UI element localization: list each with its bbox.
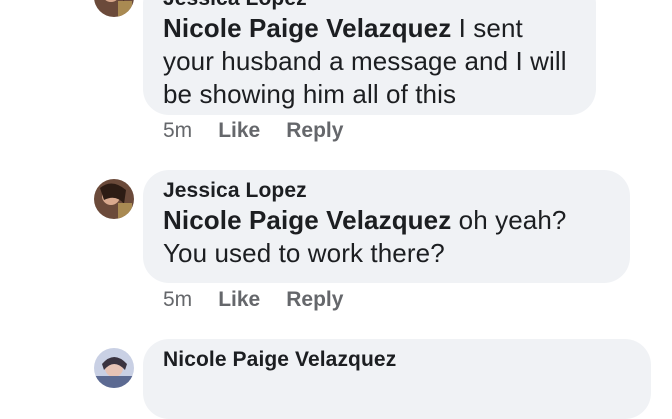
comment-actions: 5m Like Reply <box>163 287 369 313</box>
reply-button[interactable]: Reply <box>286 287 343 313</box>
like-button[interactable]: Like <box>218 287 260 313</box>
comment-actions: 5m Like Reply <box>163 118 369 144</box>
reply-button[interactable]: Reply <box>286 118 343 144</box>
comment-author[interactable]: Jessica Lopez <box>163 0 576 12</box>
avatar[interactable] <box>94 348 134 388</box>
comment-text: Nicole Paige Velazquez I sent your husba… <box>163 12 576 111</box>
avatar-photo-icon <box>94 0 134 17</box>
avatar-photo-icon <box>94 179 134 219</box>
comment-bubble: Nicole Paige Velazquez <box>143 339 651 419</box>
comment-text: Nicole Paige Velazquez oh yeah? You used… <box>163 204 610 270</box>
avatar[interactable] <box>94 179 134 219</box>
comment-author[interactable]: Jessica Lopez <box>163 178 610 204</box>
comment-timestamp[interactable]: 5m <box>163 287 192 313</box>
comment-author[interactable]: Nicole Paige Velazquez <box>163 347 631 373</box>
comment-timestamp[interactable]: 5m <box>163 118 192 144</box>
mention-link[interactable]: Nicole Paige Velazquez <box>163 13 451 43</box>
mention-link[interactable]: Nicole Paige Velazquez <box>163 205 451 235</box>
comment-bubble: Jessica Lopez Nicole Paige Velazquez oh … <box>143 170 630 283</box>
avatar[interactable] <box>94 0 134 17</box>
avatar-photo-icon <box>94 348 134 388</box>
like-button[interactable]: Like <box>218 118 260 144</box>
comment-bubble: Jessica Lopez Nicole Paige Velazquez I s… <box>143 0 596 115</box>
